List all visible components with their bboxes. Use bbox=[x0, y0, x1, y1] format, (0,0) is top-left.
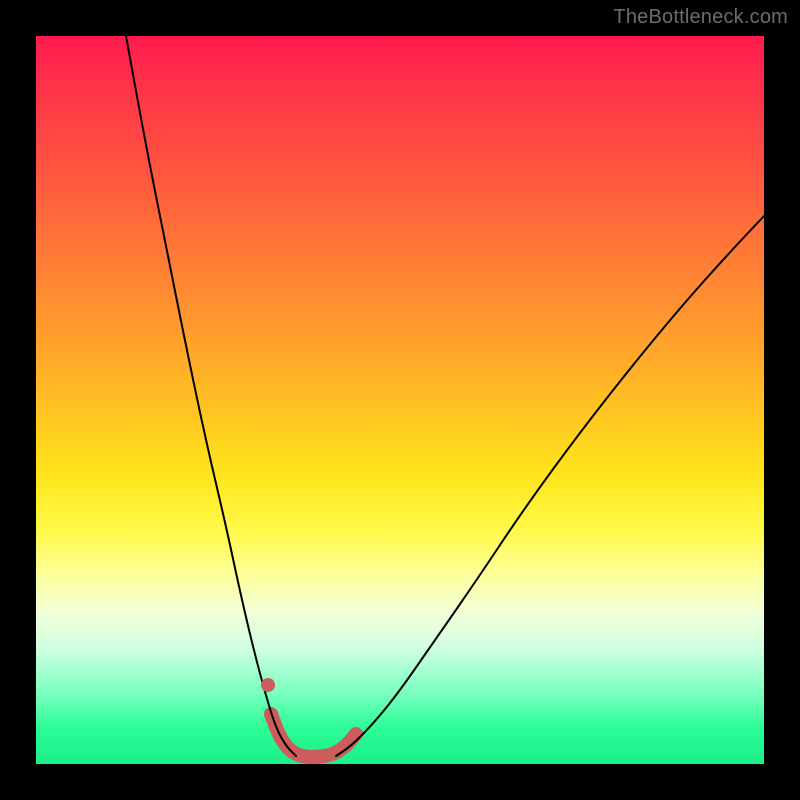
curve-left-branch bbox=[126, 36, 296, 756]
curve-right-branch bbox=[336, 216, 764, 756]
chart-overlay bbox=[36, 36, 764, 764]
plot-area bbox=[36, 36, 764, 764]
chart-frame: TheBottleneck.com bbox=[0, 0, 800, 800]
watermark-text: TheBottleneck.com bbox=[613, 6, 788, 29]
left-branch-marker bbox=[261, 678, 275, 692]
